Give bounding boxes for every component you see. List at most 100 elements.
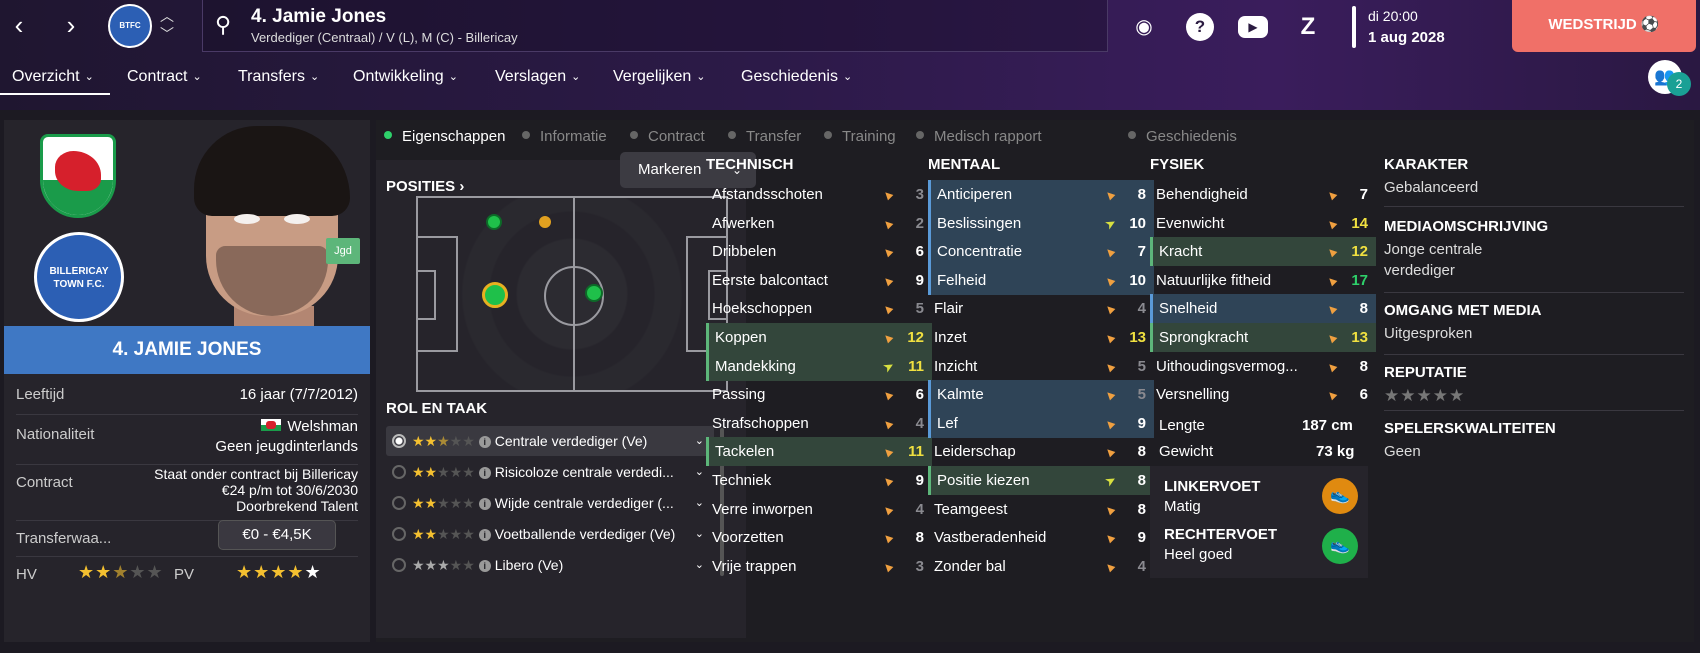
attribute-row[interactable]: Kracht ▲ 12 (1150, 237, 1376, 267)
help-icon[interactable]: ? (1186, 13, 1214, 41)
info-icon[interactable]: i (478, 498, 491, 510)
attribute-row[interactable]: Leiderschap ▲ 8 (928, 437, 1154, 466)
chevron-down-icon[interactable]: ﹀ (160, 24, 174, 44)
attribute-row[interactable]: Vastberadenheid ▲ 9 (928, 523, 1154, 552)
media-handling-value: Uitgesproken (1384, 325, 1473, 342)
menu-ontwikkeling[interactable]: Ontwikkeling ⌄ (353, 68, 458, 86)
attribute-row[interactable]: Evenwicht ▲ 14 (1150, 209, 1376, 238)
role-option[interactable]: ★★★★★ i Centrale verdediger (Ve) ⌄ (386, 426, 714, 456)
menu-geschiedenis[interactable]: Geschiedenis ⌄ (741, 68, 852, 86)
attribute-row[interactable]: Uithoudingsvermog... ▲ 8 (1150, 352, 1376, 381)
attribute-row[interactable]: Kalmte ▲ 5 (928, 380, 1154, 410)
role-option[interactable]: ★★★★★ i Libero (Ve) ⌄ (386, 550, 714, 580)
attribute-row[interactable]: Anticiperen ▲ 8 (928, 180, 1154, 209)
attribute-row[interactable]: Inzet ▲ 13 (928, 323, 1154, 352)
attribute-row[interactable]: Eerste balcontact ▲ 9 (706, 266, 932, 295)
attribute-row[interactable]: Tackelen ▲ 11 (706, 437, 932, 467)
attribute-row[interactable]: Passing ▲ 6 (706, 380, 932, 409)
attribute-name: Kalmte (937, 386, 984, 404)
attribute-row[interactable]: Versnelling ▲ 6 (1150, 380, 1376, 409)
tab-geschiedenis[interactable]: Geschiedenis (1128, 128, 1237, 145)
attribute-value: 4 (1137, 300, 1146, 318)
menu-verslagen[interactable]: Verslagen ⌄ (495, 68, 580, 86)
attribute-row[interactable]: Behendigheid ▲ 7 (1150, 180, 1376, 209)
info-icon[interactable]: i (478, 560, 491, 572)
info-icon[interactable]: i (478, 529, 491, 541)
trend-arrow-icon: ▲ (1099, 299, 1120, 319)
info-icon[interactable]: i (478, 436, 491, 448)
tab-informatie[interactable]: Informatie (522, 128, 607, 145)
menu-contract[interactable]: Contract ⌄ (127, 68, 202, 86)
attribute-row[interactable]: Hoekschoppen ▲ 5 (706, 294, 932, 323)
chevron-down-icon: ⌄ (694, 435, 704, 447)
chevron-left-icon[interactable]: ‹ (2, 8, 36, 42)
attribute-row[interactable]: Snelheid ▲ 8 (1150, 294, 1376, 324)
player-search-box[interactable]: ⚲ 4. Jamie Jones Verdediger (Centraal) /… (202, 0, 1108, 52)
trend-arrow-icon: ▲ (1321, 384, 1342, 405)
position-marker[interactable] (539, 216, 551, 228)
match-button[interactable]: WEDSTRIJD ⚽ (1512, 0, 1696, 52)
attribute-row[interactable]: Techniek ▲ 9 (706, 466, 932, 495)
role-option[interactable]: ★★★★★ i Voetballende verdediger (Ve) ⌄ (386, 519, 714, 549)
tab-training[interactable]: Training (824, 128, 896, 145)
chevron-right-icon[interactable]: › (54, 8, 88, 42)
positions-title[interactable]: POSITIES › (386, 178, 464, 195)
tab-medisch-rapport[interactable]: Medisch rapport (916, 128, 1042, 145)
chevron-down-icon: ⌄ (694, 528, 704, 540)
attribute-name: Leiderschap (934, 443, 1016, 461)
attribute-name: Natuurlijke fitheid (1156, 271, 1272, 289)
attribute-row[interactable]: Strafschoppen ▲ 4 (706, 409, 932, 438)
position-marker[interactable] (486, 214, 502, 230)
tab-eigenschappen[interactable]: Eigenschappen (384, 128, 505, 145)
attribute-name: Tackelen (715, 443, 775, 461)
attribute-row[interactable]: Positie kiezen ➤ 8 (928, 466, 1154, 495)
attribute-row[interactable]: Verre inworpen ▲ 4 (706, 495, 932, 524)
attribute-row[interactable]: Zonder bal ▲ 4 (928, 552, 1154, 581)
attribute-row[interactable]: Sprongkracht ▲ 13 (1150, 323, 1376, 352)
attribute-row[interactable]: Beslissingen ➤ 10 (928, 208, 1154, 238)
attribute-row[interactable]: Felheid ▲ 10 (928, 265, 1154, 295)
tab-transfer[interactable]: Transfer (728, 128, 801, 145)
attribute-value: 9 (915, 271, 924, 289)
position-marker-main[interactable] (482, 282, 508, 308)
position-marker[interactable] (585, 284, 603, 302)
attribute-row[interactable]: Dribbelen ▲ 6 (706, 237, 932, 266)
menu-vergelijken[interactable]: Vergelijken ⌄ (613, 68, 706, 86)
attribute-value: 5 (1137, 357, 1146, 375)
video-icon[interactable]: ▶ (1238, 16, 1268, 38)
attribute-name: Strafschoppen (712, 414, 809, 432)
menu-transfers[interactable]: Transfers ⌄ (238, 68, 319, 86)
attribute-row[interactable]: Koppen ▲ 12 (706, 323, 932, 352)
tab-contract[interactable]: Contract (630, 128, 705, 145)
attribute-value: 11 (908, 443, 924, 461)
attribute-row[interactable]: Voorzetten ▲ 8 (706, 523, 932, 552)
right-boot-icon: 👟 (1322, 528, 1358, 564)
transfer-value[interactable]: €0 - €4,5K (218, 520, 336, 550)
attribute-row[interactable]: Flair ▲ 4 (928, 294, 1154, 323)
attribute-row[interactable]: Vrije trappen ▲ 3 (706, 552, 932, 581)
menu-overzicht[interactable]: Overzicht ⌄ (12, 68, 94, 86)
globe-icon[interactable]: ◉ (1130, 13, 1158, 41)
attribute-row[interactable]: Natuurlijke fitheid ▲ 17 (1150, 266, 1376, 295)
z-icon[interactable]: Z (1294, 13, 1322, 41)
trend-arrow-icon: ▲ (1099, 241, 1120, 262)
media-handling-heading: OMGANG MET MEDIA (1384, 302, 1542, 319)
nationality-value[interactable]: Welshman (261, 418, 358, 435)
role-option[interactable]: ★★★★★ i Risicoloze centrale verdedi... ⌄ (386, 457, 714, 487)
trend-arrow-icon: ▲ (877, 556, 898, 577)
trend-arrow-icon: ▲ (1099, 527, 1120, 548)
attribute-row[interactable]: Afstandsschoten ▲ 3 (706, 180, 932, 209)
attribute-row[interactable]: Concentratie ▲ 7 (928, 237, 1154, 267)
club-logo[interactable]: BTFC (108, 4, 152, 48)
attribute-row[interactable]: Mandekking ➤ 11 (706, 351, 932, 381)
attribute-value: 6 (915, 243, 924, 261)
attribute-row[interactable]: Lef ▲ 9 (928, 408, 1154, 438)
attribute-name: Eerste balcontact (712, 271, 828, 289)
attribute-row[interactable]: Inzicht ▲ 5 (928, 352, 1154, 381)
attribute-row[interactable]: Afwerken ▲ 2 (706, 209, 932, 238)
role-option[interactable]: ★★★★★ i Wijde centrale verdediger (... ⌄ (386, 488, 714, 518)
attribute-row[interactable]: Teamgeest ▲ 8 (928, 495, 1154, 524)
chevron-up-icon[interactable]: ︿ (160, 6, 174, 26)
info-icon[interactable]: i (478, 467, 491, 479)
attribute-name: Kracht (1159, 243, 1203, 261)
